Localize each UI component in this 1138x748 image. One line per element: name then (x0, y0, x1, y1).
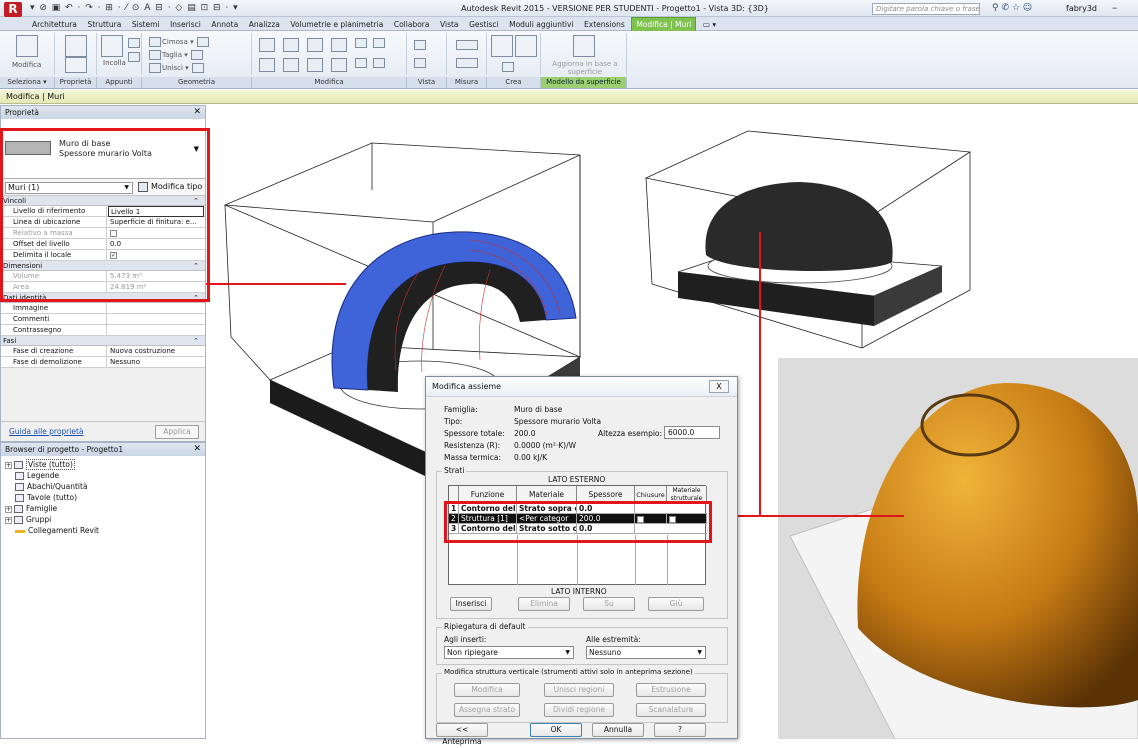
ok-button[interactable]: OK (530, 723, 582, 737)
at-inserts-dropdown[interactable]: Non ripiegare ▼ (444, 646, 574, 659)
layers-group-label: Strati (442, 466, 467, 475)
reveals-button[interactable]: Scanalature (636, 703, 706, 717)
label-alle-estremita: Alle estremità: (586, 635, 641, 644)
label-famiglia: Famiglia: (444, 405, 478, 414)
at-ends-dropdown[interactable]: Nessuno ▼ (586, 646, 706, 659)
value-spessore: 200.0 (514, 429, 536, 438)
interior-side-label: LATO INTERNO (551, 587, 607, 596)
exterior-side-label: LATO ESTERNO (548, 475, 606, 484)
label-massa: Massa termica: (444, 453, 502, 462)
edit-assembly-dialog: Modifica assieme X Famiglia: Muro di bas… (425, 376, 738, 746)
label-spessore: Spessore totale: (444, 429, 505, 438)
merge-regions-button[interactable]: Unisci regioni (544, 683, 614, 697)
label-agli-inserti: Agli inserti: (444, 635, 487, 644)
modify-button[interactable]: Modifica (454, 683, 520, 697)
callout-box (444, 501, 712, 543)
value-resistenza: 0.0000 (m²·K)/W (514, 441, 577, 450)
label-resistenza: Resistenza (R): (444, 441, 501, 450)
delete-layer-button[interactable]: Elimina (518, 597, 570, 611)
dark-dome (705, 182, 893, 272)
sample-height-input[interactable]: 6000.0 (664, 426, 720, 439)
value-tipo: Spessore murario Volta (514, 417, 602, 426)
vertical-structure-label: Modifica struttura verticale (strumenti … (442, 668, 695, 676)
move-down-button[interactable]: Giù (648, 597, 704, 611)
wrapping-group-label: Ripiegatura di default (442, 622, 528, 631)
label-altezza: Altezza esempio: (598, 429, 663, 438)
cancel-button[interactable]: Annulla (592, 723, 644, 737)
dialog-title: Modifica assieme (432, 382, 502, 391)
dialog-title-bar: Modifica assieme X (426, 377, 737, 397)
close-icon[interactable]: X (709, 380, 729, 393)
assign-layers-button[interactable]: Assegna strato (454, 703, 520, 717)
split-region-button[interactable]: Dividi regione (544, 703, 614, 717)
sweeps-button[interactable]: Estrusione (636, 683, 706, 697)
insert-layer-button[interactable]: Inserisci (450, 597, 492, 611)
help-button[interactable]: ? (654, 723, 706, 737)
callout-box (0, 128, 210, 302)
value-massa: 0.00 kJ/K (514, 453, 548, 462)
move-up-button[interactable]: Su (583, 597, 635, 611)
label-tipo: Tipo: (444, 417, 463, 426)
value-famiglia: Muro di base (514, 405, 563, 414)
preview-button[interactable]: << Anteprima (436, 723, 488, 746)
